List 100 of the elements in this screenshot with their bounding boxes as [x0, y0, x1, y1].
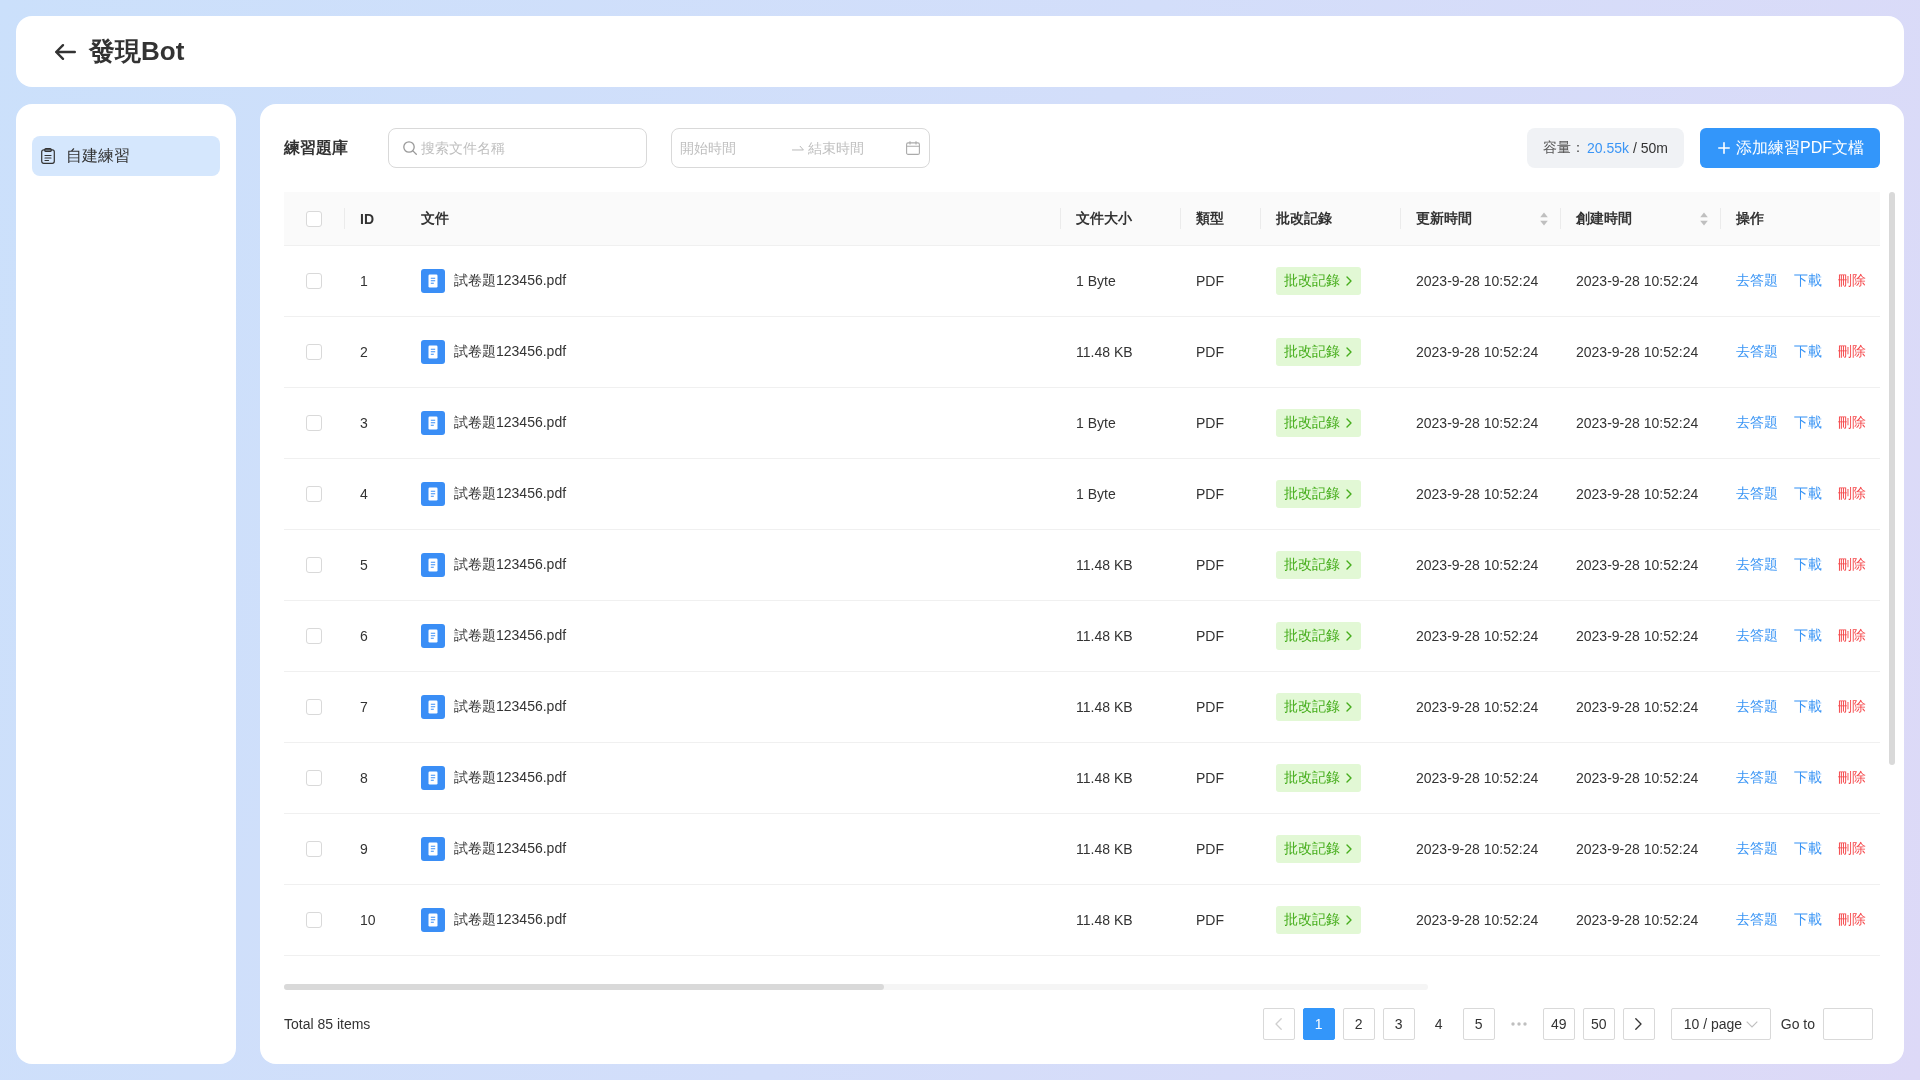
- page-button[interactable]: 1: [1302, 1008, 1335, 1040]
- action-link[interactable]: 去答題: [1736, 840, 1778, 858]
- scrollbar-thumb[interactable]: [284, 984, 884, 990]
- row-checkbox[interactable]: [306, 628, 322, 644]
- row-checkbox[interactable]: [306, 415, 322, 431]
- action-link[interactable]: 去答題: [1736, 627, 1778, 645]
- review-record-button[interactable]: 批改記錄: [1276, 338, 1361, 366]
- action-link[interactable]: 刪除: [1838, 343, 1866, 361]
- action-link[interactable]: 下載: [1794, 769, 1822, 787]
- row-checkbox[interactable]: [306, 344, 322, 360]
- row-checkbox[interactable]: [306, 912, 322, 928]
- add-pdf-button[interactable]: 添加練習PDF文檔: [1700, 128, 1880, 168]
- action-link[interactable]: 去答題: [1736, 485, 1778, 503]
- updated-time: 2023-9-28 10:52:24: [1416, 770, 1539, 786]
- file-name: 試卷題123456.pdf: [454, 627, 567, 645]
- action-link[interactable]: 刪除: [1838, 840, 1866, 858]
- column-title: 更新時間: [1416, 209, 1472, 228]
- sort-icon[interactable]: [1700, 211, 1708, 226]
- action-link[interactable]: 刪除: [1838, 272, 1866, 290]
- review-record-button[interactable]: 批改記錄: [1276, 764, 1361, 792]
- vertical-scrollbar[interactable]: [1889, 192, 1895, 765]
- go-to-label: Go to: [1780, 1016, 1815, 1032]
- action-link[interactable]: 下載: [1794, 485, 1822, 503]
- review-record-button[interactable]: 批改記錄: [1276, 622, 1361, 650]
- file-type: PDF: [1196, 699, 1224, 715]
- action-link[interactable]: 下載: [1794, 627, 1822, 645]
- page-button[interactable]: 4: [1422, 1008, 1455, 1040]
- file-name: 試卷題123456.pdf: [454, 485, 567, 503]
- column-title: 操作: [1736, 209, 1764, 228]
- created-time: 2023-9-28 10:52:24: [1576, 841, 1699, 857]
- review-record-button[interactable]: 批改記錄: [1276, 835, 1361, 863]
- action-link[interactable]: 刪除: [1838, 911, 1866, 929]
- review-record-button[interactable]: 批改記錄: [1276, 906, 1361, 934]
- action-link[interactable]: 下載: [1794, 698, 1822, 716]
- action-link[interactable]: 去答題: [1736, 343, 1778, 361]
- total-count: Total 85 items: [284, 1016, 371, 1032]
- created-time: 2023-9-28 10:52:24: [1576, 557, 1699, 573]
- action-link[interactable]: 下載: [1794, 343, 1822, 361]
- row-checkbox[interactable]: [306, 273, 322, 289]
- page-button[interactable]: 50: [1582, 1008, 1615, 1040]
- document-icon: [421, 411, 445, 435]
- row-checkbox[interactable]: [306, 770, 322, 786]
- page-button[interactable]: 2: [1342, 1008, 1375, 1040]
- next-page-button[interactable]: [1622, 1008, 1655, 1040]
- action-link[interactable]: 刪除: [1838, 698, 1866, 716]
- start-date-input[interactable]: 開始時間: [680, 137, 784, 159]
- action-link[interactable]: 刪除: [1838, 485, 1866, 503]
- row-id: 5: [360, 557, 368, 573]
- row-checkbox[interactable]: [306, 841, 322, 857]
- updated-time: 2023-9-28 10:52:24: [1416, 486, 1539, 502]
- action-link[interactable]: 刪除: [1838, 414, 1866, 432]
- action-link[interactable]: 去答題: [1736, 556, 1778, 574]
- action-link[interactable]: 去答題: [1736, 272, 1778, 290]
- page-jump-field[interactable]: [1823, 1008, 1873, 1040]
- action-link[interactable]: 下載: [1794, 840, 1822, 858]
- action-link[interactable]: 下載: [1794, 911, 1822, 929]
- arrow-left-icon[interactable]: [54, 42, 76, 61]
- horizontal-scrollbar[interactable]: [284, 984, 1428, 990]
- select-all-checkbox[interactable]: [306, 210, 322, 227]
- row-id: 4: [360, 486, 368, 502]
- review-record-button[interactable]: 批改記錄: [1276, 693, 1361, 721]
- action-link[interactable]: 去答題: [1736, 769, 1778, 787]
- document-icon: [421, 766, 445, 790]
- review-record-button[interactable]: 批改記錄: [1276, 551, 1361, 579]
- caret-down-icon: [1745, 1020, 1758, 1028]
- review-record-button[interactable]: 批改記錄: [1276, 267, 1361, 295]
- action-link[interactable]: 下載: [1794, 556, 1822, 574]
- file-size: 11.48 KB: [1076, 841, 1133, 857]
- file-type: PDF: [1196, 912, 1224, 928]
- page-button[interactable]: 49: [1542, 1008, 1575, 1040]
- end-date-input[interactable]: 結束時間: [808, 137, 906, 159]
- action-link[interactable]: 刪除: [1838, 556, 1866, 574]
- search-field[interactable]: 搜索文件名稱: [388, 128, 647, 168]
- row-checkbox[interactable]: [306, 557, 322, 573]
- updated-time: 2023-9-28 10:52:24: [1416, 628, 1539, 644]
- action-link[interactable]: 去答題: [1736, 414, 1778, 432]
- chevron-right-icon: [1346, 773, 1352, 783]
- page-size-select[interactable]: 10 / page: [1670, 1008, 1771, 1040]
- action-link[interactable]: 刪除: [1838, 627, 1866, 645]
- column-title: 文件: [421, 209, 449, 228]
- row-id: 8: [360, 770, 368, 786]
- action-link[interactable]: 刪除: [1838, 769, 1866, 787]
- calendar-icon[interactable]: [906, 141, 920, 155]
- document-icon: [421, 482, 445, 506]
- action-link[interactable]: 下載: [1794, 414, 1822, 432]
- date-range-picker[interactable]: 開始時間 結束時間: [671, 128, 930, 168]
- row-checkbox[interactable]: [306, 699, 322, 715]
- file-name: 試卷題123456.pdf: [454, 911, 567, 929]
- sort-icon[interactable]: [1540, 211, 1548, 226]
- row-id: 6: [360, 628, 368, 644]
- ellipsis-icon[interactable]: [1510, 1022, 1527, 1026]
- sidebar-item[interactable]: 自建練習: [32, 136, 220, 176]
- action-link[interactable]: 去答題: [1736, 911, 1778, 929]
- page-button[interactable]: 5: [1462, 1008, 1495, 1040]
- page-button[interactable]: 3: [1382, 1008, 1415, 1040]
- review-record-button[interactable]: 批改記錄: [1276, 409, 1361, 437]
- row-checkbox[interactable]: [306, 486, 322, 502]
- review-record-button[interactable]: 批改記錄: [1276, 480, 1361, 508]
- action-link[interactable]: 去答題: [1736, 698, 1778, 716]
- action-link[interactable]: 下載: [1794, 272, 1822, 290]
